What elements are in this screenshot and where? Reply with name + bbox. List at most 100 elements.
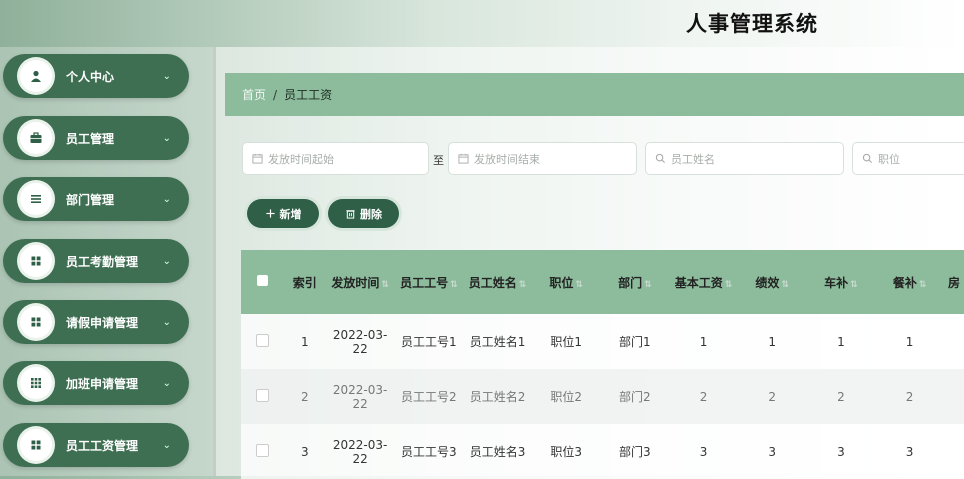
- add-button-label: 新增: [279, 207, 302, 221]
- cell-base-salary: 1: [669, 314, 738, 369]
- cell-emp-name: 员工姓名3: [463, 424, 532, 479]
- row-checkbox[interactable]: [241, 424, 284, 479]
- date-start-placeholder: 发放时间起始: [268, 152, 334, 166]
- chevron-down-icon: ⌄: [162, 193, 171, 205]
- cell-meal-allowance: 2: [875, 369, 944, 424]
- grid-icon: [20, 245, 52, 277]
- employee-name-placeholder: 员工姓名: [671, 152, 715, 166]
- cell-emp-name: 员工姓名2: [463, 369, 532, 424]
- date-end-placeholder: 发放时间结束: [474, 152, 540, 166]
- chevron-down-icon: ⌄: [162, 70, 171, 82]
- sort-icon[interactable]: ⇅: [725, 280, 733, 290]
- top-bar: 人事管理系统: [0, 0, 964, 47]
- cell-emp-no: 员工工号3: [394, 424, 464, 479]
- sidebar-item-department[interactable]: 部门管理 ⌄: [3, 177, 189, 221]
- column-header-housing: 房: [943, 250, 964, 314]
- cell-performance: 2: [737, 369, 807, 424]
- column-header-car-allowance[interactable]: 车补 ⇅: [806, 250, 876, 314]
- column-header-emp-name[interactable]: 员工姓名 ⇅: [463, 250, 532, 314]
- main-content: 首页 / 员工工资 发放时间起始 至 发放时间结束 员工姓名 职位 新增 删除: [216, 47, 964, 479]
- column-header-position[interactable]: 职位 ⇅: [531, 250, 601, 314]
- trash-icon: [346, 210, 355, 219]
- sort-icon[interactable]: ⇅: [575, 280, 583, 290]
- sidebar: 个人中心 ⌄ 员工管理 ⌄ 部门管理 ⌄ 员工考勤管理 ⌄ 请假申请管理 ⌄ 加…: [0, 47, 214, 476]
- cell-car-allowance: 1: [806, 314, 876, 369]
- delete-button[interactable]: 删除: [328, 199, 399, 228]
- table-row: 2 2022-03-22 员工工号2 员工姓名2 职位2 部门2 2 2 2 2: [241, 369, 964, 424]
- cell-housing: [943, 314, 964, 369]
- column-header-meal-allowance[interactable]: 餐补 ⇅: [875, 250, 944, 314]
- position-search-input[interactable]: 职位: [852, 142, 964, 175]
- sidebar-item-personal-center[interactable]: 个人中心 ⌄: [3, 54, 189, 98]
- chevron-down-icon: ⌄: [162, 439, 171, 451]
- sort-icon[interactable]: ⇅: [644, 280, 652, 290]
- sort-icon[interactable]: ⇅: [450, 280, 458, 290]
- sidebar-item-label: 员工管理: [66, 131, 115, 146]
- cell-department: 部门2: [600, 369, 670, 424]
- cell-department: 部门3: [600, 424, 670, 479]
- cell-index: 1: [283, 314, 326, 369]
- date-start-input[interactable]: 发放时间起始: [242, 142, 429, 175]
- cell-car-allowance: 2: [806, 369, 876, 424]
- calendar-icon: [458, 153, 469, 164]
- briefcase-icon: [20, 122, 52, 154]
- column-header-emp-no[interactable]: 员工工号 ⇅: [394, 250, 464, 314]
- sidebar-item-attendance[interactable]: 员工考勤管理 ⌄: [3, 239, 189, 283]
- column-header-index: 索引: [283, 250, 326, 314]
- cell-performance: 1: [737, 314, 807, 369]
- column-header-date[interactable]: 发放时间 ⇅: [325, 250, 395, 314]
- list-icon: [20, 183, 52, 215]
- plus-icon: [265, 209, 275, 218]
- cell-emp-name: 员工姓名1: [463, 314, 532, 369]
- chevron-down-icon: ⌄: [162, 132, 171, 144]
- cell-index: 3: [283, 424, 326, 479]
- column-header-base-salary[interactable]: 基本工资 ⇅: [669, 250, 738, 314]
- cell-position: 职位3: [531, 424, 601, 479]
- cell-emp-no: 员工工号1: [394, 314, 464, 369]
- sidebar-item-overtime[interactable]: 加班申请管理 ⌄: [3, 361, 189, 405]
- grid-icon: [20, 306, 52, 338]
- cell-car-allowance: 3: [806, 424, 876, 479]
- sidebar-item-label: 员工考勤管理: [66, 254, 139, 269]
- select-all-checkbox[interactable]: [241, 250, 284, 314]
- employee-name-search-input[interactable]: 员工姓名: [645, 142, 844, 175]
- cell-date: 2022-03-22: [325, 424, 395, 479]
- table-header-row: 索引 发放时间 ⇅ 员工工号 ⇅ 员工姓名 ⇅ 职位 ⇅ 部门 ⇅ 基本工资 ⇅ 绩效 ⇅ 车…: [241, 250, 964, 314]
- sidebar-item-leave[interactable]: 请假申请管理 ⌄: [3, 300, 189, 344]
- search-icon: [862, 153, 873, 164]
- sidebar-item-label: 请假申请管理: [66, 315, 139, 330]
- cell-housing: [943, 424, 964, 479]
- sort-icon[interactable]: ⇅: [781, 280, 789, 290]
- add-button[interactable]: 新增: [247, 199, 319, 228]
- chevron-down-icon: ⌄: [162, 316, 171, 328]
- sort-icon[interactable]: ⇅: [381, 280, 389, 290]
- cell-date: 2022-03-22: [325, 314, 395, 369]
- sort-icon[interactable]: ⇅: [850, 280, 858, 290]
- sidebar-item-label: 个人中心: [66, 69, 115, 84]
- calendar-icon: [252, 153, 263, 164]
- cell-department: 部门1: [600, 314, 670, 369]
- cell-housing: [943, 369, 964, 424]
- breadcrumb-current: 员工工资: [284, 88, 333, 102]
- date-range-separator: 至: [433, 154, 444, 167]
- cell-base-salary: 3: [669, 424, 738, 479]
- search-icon: [655, 153, 666, 164]
- grid-9-icon: [20, 367, 52, 399]
- breadcrumb: 首页 / 员工工资: [225, 73, 964, 116]
- column-header-performance[interactable]: 绩效 ⇅: [737, 250, 807, 314]
- chevron-down-icon: ⌄: [162, 255, 171, 267]
- cell-meal-allowance: 1: [875, 314, 944, 369]
- cell-emp-no: 员工工号2: [394, 369, 464, 424]
- sidebar-item-employee[interactable]: 员工管理 ⌄: [3, 116, 189, 160]
- sort-icon[interactable]: ⇅: [919, 280, 927, 290]
- date-end-input[interactable]: 发放时间结束: [448, 142, 637, 175]
- column-header-department[interactable]: 部门 ⇅: [600, 250, 670, 314]
- app-title: 人事管理系统: [686, 12, 818, 36]
- user-icon: [20, 60, 52, 92]
- cell-meal-allowance: 3: [875, 424, 944, 479]
- row-checkbox[interactable]: [241, 369, 284, 424]
- breadcrumb-home[interactable]: 首页: [242, 86, 266, 103]
- row-checkbox[interactable]: [241, 314, 284, 369]
- sort-icon[interactable]: ⇅: [519, 280, 527, 290]
- sidebar-item-salary[interactable]: 员工工资管理 ⌄: [3, 423, 189, 467]
